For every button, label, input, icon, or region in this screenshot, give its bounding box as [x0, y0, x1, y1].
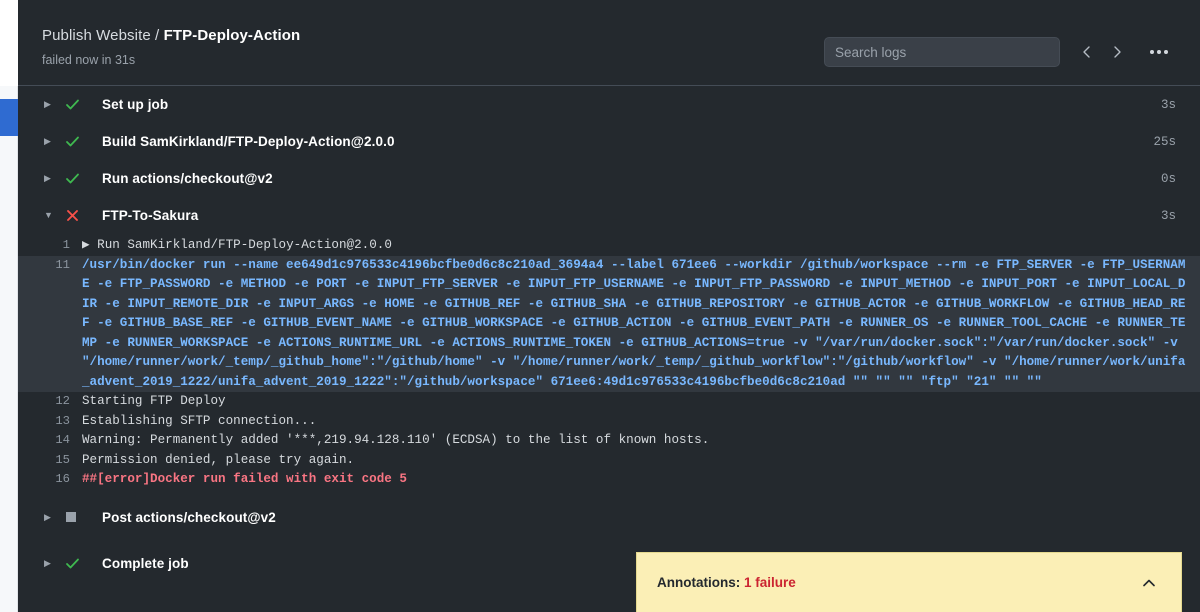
kebab-dot-3 — [1164, 50, 1168, 54]
expand-caret-icon[interactable]: ▶ — [44, 100, 60, 109]
step-duration: 0s — [1160, 171, 1176, 186]
log-line[interactable]: 12 Starting FTP Deploy — [18, 392, 1200, 412]
log-line-number: 16 — [55, 472, 70, 486]
expand-caret-icon[interactable]: ▶ — [44, 137, 60, 146]
log-line-highlighted[interactable]: 11 /usr/bin/docker run --name ee649d1c97… — [18, 255, 1200, 392]
kebab-dot-1 — [1150, 50, 1154, 54]
log-line[interactable]: 15 Permission denied, please try again. — [18, 451, 1200, 471]
log-line-text: Establishing SFTP connection... — [82, 413, 317, 428]
status-success-icon — [60, 556, 88, 571]
status-success-icon — [60, 97, 88, 112]
header-titles: Publish Website / FTP-Deploy-Action fail… — [42, 27, 824, 68]
chevron-right-icon — [1114, 46, 1121, 58]
header-controls — [824, 37, 1176, 67]
step-row-expanded[interactable]: ▼ FTP-To-Sakura 3s — [18, 197, 1200, 234]
log-line-number: 11 — [55, 257, 70, 272]
more-options-button[interactable] — [1142, 37, 1176, 67]
log-line-text: Warning: Permanently added '***,219.94.1… — [82, 433, 710, 447]
log-output: 1 ▶ Run SamKirkland/FTP-Deploy-Action@2.… — [18, 234, 1200, 494]
annotations-summary: Annotations: 1 failure — [657, 575, 1135, 590]
kebab-dot-2 — [1157, 50, 1161, 54]
status-success-icon — [60, 171, 88, 186]
annotations-panel[interactable]: Annotations: 1 failure — [636, 552, 1182, 612]
previous-match-button[interactable] — [1072, 37, 1102, 67]
breadcrumb-job: FTP-Deploy-Action — [163, 27, 301, 44]
run-status-line: failed now in 31s — [42, 53, 136, 67]
annotations-failure-count: 1 failure — [744, 575, 796, 590]
step-label: Run actions/checkout@v2 — [102, 171, 273, 186]
step-row[interactable]: ▶ Run actions/checkout@v2 0s — [18, 160, 1200, 197]
log-header: Publish Website / FTP-Deploy-Action fail… — [18, 0, 1200, 86]
next-match-button[interactable] — [1102, 37, 1132, 67]
rail-top-spacer — [0, 0, 18, 86]
log-line[interactable]: 14 Warning: Permanently added '***,219.9… — [18, 431, 1200, 451]
log-line-text: ##[error]Docker run failed with exit cod… — [82, 472, 407, 486]
step-row[interactable]: ▶ Set up job 3s — [18, 86, 1200, 123]
log-line-number: 12 — [55, 394, 70, 408]
collapse-caret-icon[interactable]: ▼ — [44, 211, 60, 220]
log-line-text: ▶ Run SamKirkland/FTP-Deploy-Action@2.0.… — [82, 238, 392, 252]
log-panel: Publish Website / FTP-Deploy-Action fail… — [18, 0, 1200, 612]
status-skipped-icon — [60, 512, 88, 522]
workflow-run-log-viewer: Publish Website / FTP-Deploy-Action fail… — [0, 0, 1200, 612]
left-rail — [0, 0, 18, 612]
log-line[interactable]: 13 Establishing SFTP connection... — [18, 412, 1200, 432]
rail-active-job-indicator[interactable] — [0, 99, 18, 136]
search-input[interactable] — [824, 37, 1060, 67]
log-line-text: Permission denied, please try again. — [82, 452, 355, 467]
log-line-number: 14 — [55, 433, 70, 447]
step-label: Post actions/checkout@v2 — [102, 509, 276, 525]
log-line-number: 13 — [55, 413, 70, 428]
step-row[interactable]: ▶ Post actions/checkout@v2 — [18, 499, 1200, 536]
log-line-number: 15 — [55, 452, 70, 467]
collapse-annotations-button[interactable] — [1135, 571, 1163, 595]
step-duration: 25s — [1153, 134, 1176, 149]
annotations-label: Annotations: — [657, 575, 744, 590]
step-label: Set up job — [102, 97, 169, 112]
expand-caret-icon[interactable]: ▶ — [44, 174, 60, 183]
step-row[interactable]: ▶ Build SamKirkland/FTP-Deploy-Action@2.… — [18, 123, 1200, 160]
log-line-number: 1 — [62, 238, 70, 252]
breadcrumb: Publish Website / FTP-Deploy-Action — [42, 27, 824, 45]
log-line-text: /usr/bin/docker run --name ee649d1c97653… — [82, 257, 1186, 389]
log-line-error[interactable]: 16 ##[error]Docker run failed with exit … — [18, 470, 1200, 490]
step-duration: 3s — [1160, 208, 1176, 223]
breadcrumb-separator: / — [150, 27, 164, 44]
expand-caret-icon[interactable]: ▶ — [44, 558, 60, 568]
breadcrumb-workflow[interactable]: Publish Website — [42, 27, 151, 44]
log-line-text: Starting FTP Deploy — [82, 394, 226, 408]
log-line[interactable]: 1 ▶ Run SamKirkland/FTP-Deploy-Action@2.… — [18, 236, 1200, 256]
step-label: FTP-To-Sakura — [102, 208, 199, 223]
chevron-left-icon — [1083, 46, 1090, 58]
expand-caret-icon[interactable]: ▶ — [44, 512, 60, 522]
chevron-up-icon — [1143, 579, 1155, 586]
step-duration: 3s — [1160, 97, 1176, 112]
status-success-icon — [60, 134, 88, 149]
step-list-top: ▶ Set up job 3s ▶ Build SamKirkland/FTP-… — [18, 86, 1200, 234]
status-failure-icon — [60, 208, 88, 223]
step-label: Build SamKirkland/FTP-Deploy-Action@2.0.… — [102, 134, 395, 149]
